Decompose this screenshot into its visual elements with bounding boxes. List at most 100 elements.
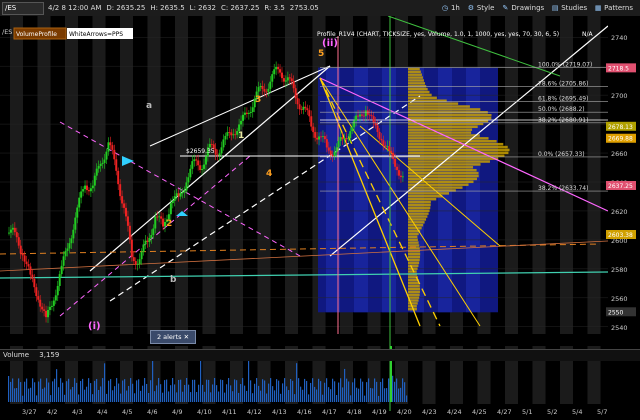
volume-bar [14, 388, 16, 402]
price-candle [45, 310, 48, 318]
profile-study-label-tail: N/A [582, 31, 594, 38]
price-candle [368, 114, 371, 116]
price-candle [138, 259, 141, 265]
price-candle [41, 306, 44, 310]
volume-bar [212, 384, 214, 402]
alerts-button[interactable]: 2 alerts ✕ [150, 330, 196, 344]
price-candle [210, 143, 213, 145]
chart-area[interactable]: 100.0% (2719.07) 78.6% (2705.86) 61.8% (26… [0, 15, 640, 418]
price-candle [240, 120, 243, 125]
volume-bar [76, 382, 78, 402]
price-candle [384, 145, 387, 147]
volume-profile-bar [408, 168, 477, 172]
price-candle [378, 131, 381, 139]
volume-profile-bar [408, 140, 497, 143]
price-candle [230, 132, 233, 136]
value-area-stripe [354, 67, 368, 313]
volume-bar [280, 393, 282, 402]
date-axis-tick: 4/2 [47, 408, 57, 416]
volume-profile-bar [408, 284, 420, 288]
price-candle [201, 168, 204, 170]
price-candle [113, 149, 116, 160]
symbol-input[interactable]: /ES [2, 1, 44, 15]
volume-bar [372, 388, 374, 402]
price-candle [11, 227, 14, 230]
volume-bar [304, 378, 306, 402]
price-candle [267, 88, 270, 92]
volume-label: Volume [3, 351, 30, 359]
volume-bar [62, 382, 64, 402]
volume-bar [200, 358, 202, 402]
volume-profile-bar [408, 108, 481, 111]
volume-bar [98, 389, 100, 402]
volume-bar [160, 384, 162, 402]
volume-profile-bar [408, 235, 418, 239]
price-candle [290, 78, 293, 82]
wave-label: 1 [238, 131, 244, 141]
price-candle [388, 146, 391, 151]
volume-bar [32, 378, 34, 402]
price-candle [123, 203, 126, 208]
volume-bar [178, 379, 180, 402]
volume-bar [172, 378, 174, 402]
volume-profile-bar [408, 105, 470, 108]
price-candle [197, 160, 200, 166]
volume-bar [270, 378, 272, 402]
volume-profile-bar [408, 85, 427, 88]
price-candle [232, 134, 235, 136]
price-candle [386, 146, 389, 147]
ohlc-l: L: 2632 [189, 4, 216, 12]
session-stripe [202, 16, 216, 334]
fib-level-label: 61.8% (2695.49) [538, 96, 588, 103]
volume-bar [284, 378, 286, 402]
volume-bar [296, 363, 298, 402]
style-button[interactable]: ⚙ Style [467, 4, 495, 12]
volume-profile-bar [408, 157, 499, 160]
price-candle [275, 66, 278, 70]
date-axis-tick: 4/9 [172, 408, 182, 416]
price-candle [142, 244, 145, 252]
price-axis-tick: 2560 [611, 295, 628, 303]
price-candle [121, 196, 124, 204]
price-candle [380, 138, 383, 141]
price-candle [111, 145, 114, 150]
ohlc-h: H: 2635.5 [150, 4, 185, 12]
volume-bar [162, 392, 164, 402]
volume-bar [342, 387, 344, 402]
patterns-button[interactable]: ▦ Patterns [594, 4, 633, 12]
price-candle [146, 240, 149, 242]
price-candle [23, 255, 26, 262]
price-candle [392, 152, 395, 159]
price-candle [222, 139, 225, 148]
volume-bar [338, 382, 340, 402]
session-stripe [230, 16, 243, 334]
fib-level-label: 50.0% (2688.2) [538, 106, 585, 113]
volume-bar [224, 392, 226, 402]
session-stripe [37, 16, 51, 334]
volume-bar [170, 385, 172, 402]
volume-profile-bar [408, 200, 431, 204]
price-candle [152, 228, 155, 236]
date-axis-tick: 4/20 [397, 408, 412, 416]
volume-profile-bar [408, 96, 437, 100]
price-candle [242, 114, 244, 121]
white-arrows-tag: WhiteArrows=PPS [69, 31, 123, 38]
volume-profile-bar [408, 270, 417, 273]
date-axis-tick: 3/27 [22, 408, 37, 416]
volume-bar [220, 379, 222, 402]
drawings-button[interactable]: ✎ Drawings [501, 4, 544, 12]
volume-profile-bar [408, 163, 481, 166]
price-candle [21, 253, 24, 256]
session-stripe [505, 16, 518, 334]
price-candle [310, 116, 313, 127]
studies-button[interactable]: ▤ Studies [551, 4, 587, 12]
volume-profile-bar [408, 128, 473, 131]
price-candle [339, 137, 342, 141]
timeframe-button[interactable]: ◷ 1h [441, 4, 460, 12]
wave-label: 4 [266, 169, 272, 179]
date-axis-tick: 4/4 [97, 408, 107, 416]
volume-bar [406, 395, 408, 402]
price-candle [214, 148, 217, 155]
price-candle [154, 216, 157, 229]
volume-bar [362, 381, 364, 402]
